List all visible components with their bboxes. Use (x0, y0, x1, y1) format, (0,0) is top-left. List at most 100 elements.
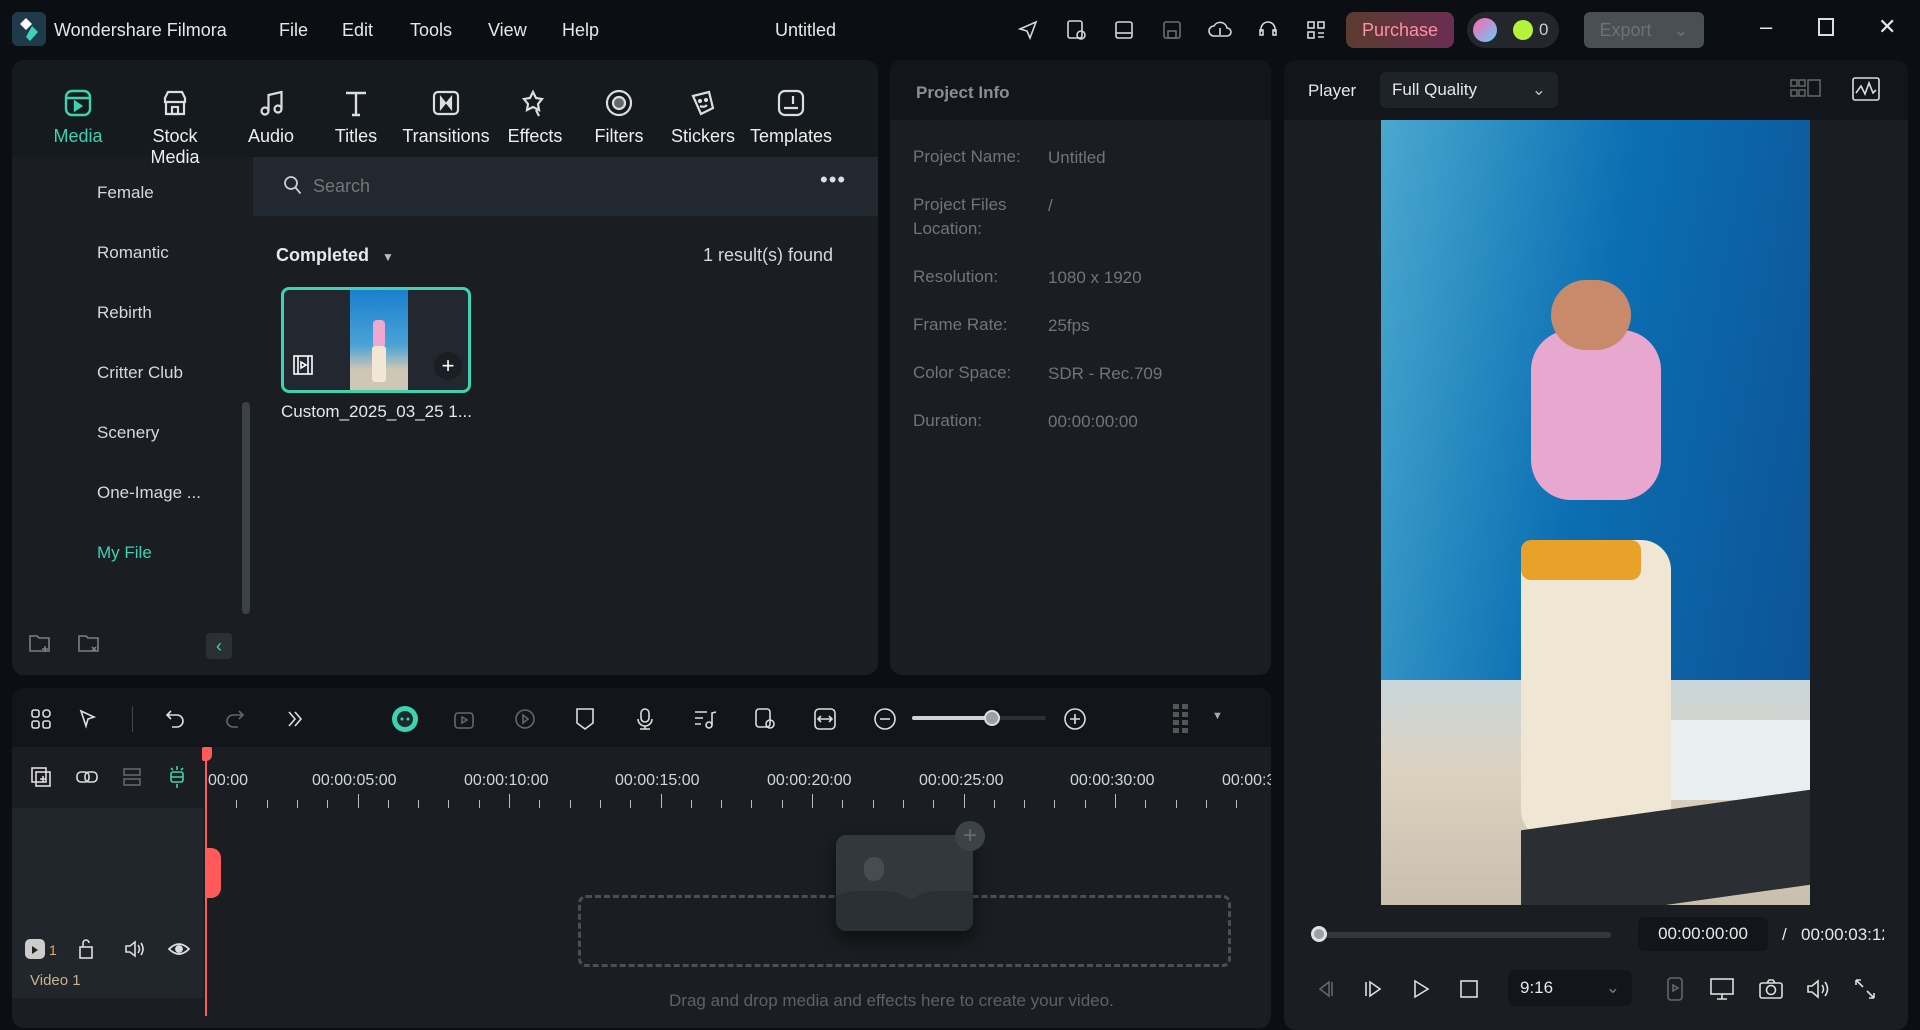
tab-audio[interactable]: Audio (228, 86, 314, 147)
tab-stock-media[interactable]: Stock Media (131, 86, 219, 168)
cloud-icon[interactable] (1206, 16, 1234, 44)
account-credits[interactable]: 0 (1467, 12, 1559, 48)
track-density-icon[interactable] (1166, 704, 1196, 734)
label-frame-rate: Frame Rate: (913, 315, 1008, 334)
more-options-icon[interactable]: ••• (820, 167, 846, 193)
prev-frame-icon[interactable] (1310, 974, 1340, 1004)
marker-icon[interactable] (570, 704, 600, 734)
category-scrollbar[interactable] (242, 402, 250, 614)
category-romantic[interactable]: Romantic (97, 243, 169, 263)
unlock-icon[interactable] (76, 938, 96, 960)
caret-down-icon[interactable]: ▼ (1212, 710, 1223, 722)
current-time[interactable]: 00:00:00:00 (1638, 917, 1768, 951)
audio-mix-icon[interactable] (690, 704, 720, 734)
eye-icon[interactable] (168, 938, 190, 960)
more-tools-icon[interactable] (280, 704, 310, 734)
zoom-out-icon[interactable] (870, 704, 900, 734)
keyframe-icon[interactable] (750, 704, 780, 734)
delete-folder-icon[interactable] (77, 632, 101, 654)
media-thumbnail[interactable]: + (281, 287, 471, 393)
add-to-timeline-button[interactable]: + (434, 352, 462, 380)
ai-assistant-icon[interactable] (390, 704, 420, 734)
layout-icon[interactable] (26, 704, 56, 734)
ruler-tick (1145, 800, 1147, 808)
video-clip-icon (292, 354, 314, 376)
value-color-space: SDR - Rec.709 (1048, 364, 1163, 383)
avatar[interactable] (1473, 18, 1497, 42)
link-icon[interactable] (72, 762, 102, 792)
close-button[interactable]: ✕ (1878, 14, 1896, 40)
send-icon[interactable] (1014, 16, 1042, 44)
ruler-tick (569, 800, 571, 808)
menu-edit[interactable]: Edit (342, 20, 373, 41)
apps-icon[interactable] (1302, 16, 1330, 44)
tab-templates[interactable]: Templates (748, 86, 834, 147)
stop-icon[interactable] (1454, 974, 1484, 1004)
tab-titles[interactable]: Titles (313, 86, 399, 147)
ruler-tick (842, 800, 844, 808)
redo-icon[interactable] (220, 704, 250, 734)
volume-icon[interactable] (1803, 974, 1833, 1004)
tab-effects[interactable]: Effects (492, 86, 578, 147)
caret-down-icon: ▼ (382, 250, 394, 264)
snap-icon[interactable] (162, 762, 192, 792)
track-volume-icon[interactable] (124, 938, 146, 960)
collapse-sidebar-button[interactable]: ‹ (206, 633, 232, 659)
menu-tools[interactable]: Tools (410, 20, 452, 41)
microphone-icon[interactable] (630, 704, 660, 734)
layout-icon[interactable] (1110, 16, 1138, 44)
ruler-tick (296, 800, 298, 808)
group-icon[interactable] (117, 762, 147, 792)
ruler-tick (660, 794, 662, 808)
ruler-tick (1024, 800, 1026, 808)
category-my-file[interactable]: My File (97, 543, 152, 563)
category-one-image[interactable]: One-Image ... (97, 483, 201, 503)
undo-icon[interactable] (160, 704, 190, 734)
support-icon[interactable] (1254, 16, 1282, 44)
menu-view[interactable]: View (488, 20, 527, 41)
category-female[interactable]: Female (97, 183, 154, 203)
add-track-icon[interactable] (26, 762, 56, 792)
tab-stickers[interactable]: Stickers (660, 86, 746, 147)
category-scenery[interactable]: Scenery (97, 423, 159, 443)
zoom-slider[interactable] (912, 710, 1046, 726)
scope-icon[interactable] (1852, 77, 1880, 101)
menu-help[interactable]: Help (562, 20, 599, 41)
playback-scrubber[interactable] (1318, 932, 1611, 938)
schedule-icon[interactable] (1062, 16, 1090, 44)
playhead-handle[interactable] (202, 747, 212, 761)
ruler-label: 00:00:05:00 (312, 772, 397, 789)
toolbar-divider (132, 706, 133, 732)
mobile-preview-icon[interactable] (1660, 974, 1690, 1004)
snapshot-icon[interactable] (1756, 974, 1786, 1004)
tab-transitions[interactable]: Transitions (400, 86, 492, 147)
minimize-button[interactable]: – (1760, 14, 1772, 40)
playhead-marker[interactable] (205, 848, 221, 898)
purchase-button[interactable]: Purchase (1346, 12, 1454, 48)
display-icon[interactable] (1708, 974, 1738, 1004)
aspect-ratio-dropdown[interactable]: 9:16 ⌄ (1508, 970, 1632, 1006)
tab-media[interactable]: Media (35, 86, 121, 147)
next-frame-icon[interactable] (1358, 974, 1388, 1004)
play-icon[interactable] (1406, 974, 1436, 1004)
drop-hint: Drag and drop media and effects here to … (669, 991, 1114, 1010)
search-input[interactable] (313, 171, 773, 201)
new-folder-icon[interactable] (28, 632, 52, 654)
fit-timeline-icon[interactable] (810, 704, 840, 734)
category-rebirth[interactable]: Rebirth (97, 303, 152, 323)
scrubber-handle[interactable] (1311, 926, 1327, 942)
auto-edit-icon[interactable] (450, 704, 480, 734)
restore-button[interactable] (1818, 18, 1834, 36)
select-tool-icon[interactable] (74, 704, 104, 734)
filter-dropdown[interactable]: Completed ▼ (276, 245, 394, 266)
menu-file[interactable]: File (279, 20, 308, 41)
zoom-in-icon[interactable] (1060, 704, 1090, 734)
export-button[interactable]: Export ⌄ (1584, 12, 1704, 48)
category-critter-club[interactable]: Critter Club (97, 363, 183, 383)
quality-dropdown[interactable]: Full Quality ⌄ (1380, 72, 1558, 108)
render-preview-icon[interactable] (510, 704, 540, 734)
save-icon[interactable] (1158, 16, 1186, 44)
grid-view-icon[interactable] (1790, 78, 1822, 100)
fullscreen-icon[interactable] (1850, 974, 1880, 1004)
tab-filters[interactable]: Filters (576, 86, 662, 147)
